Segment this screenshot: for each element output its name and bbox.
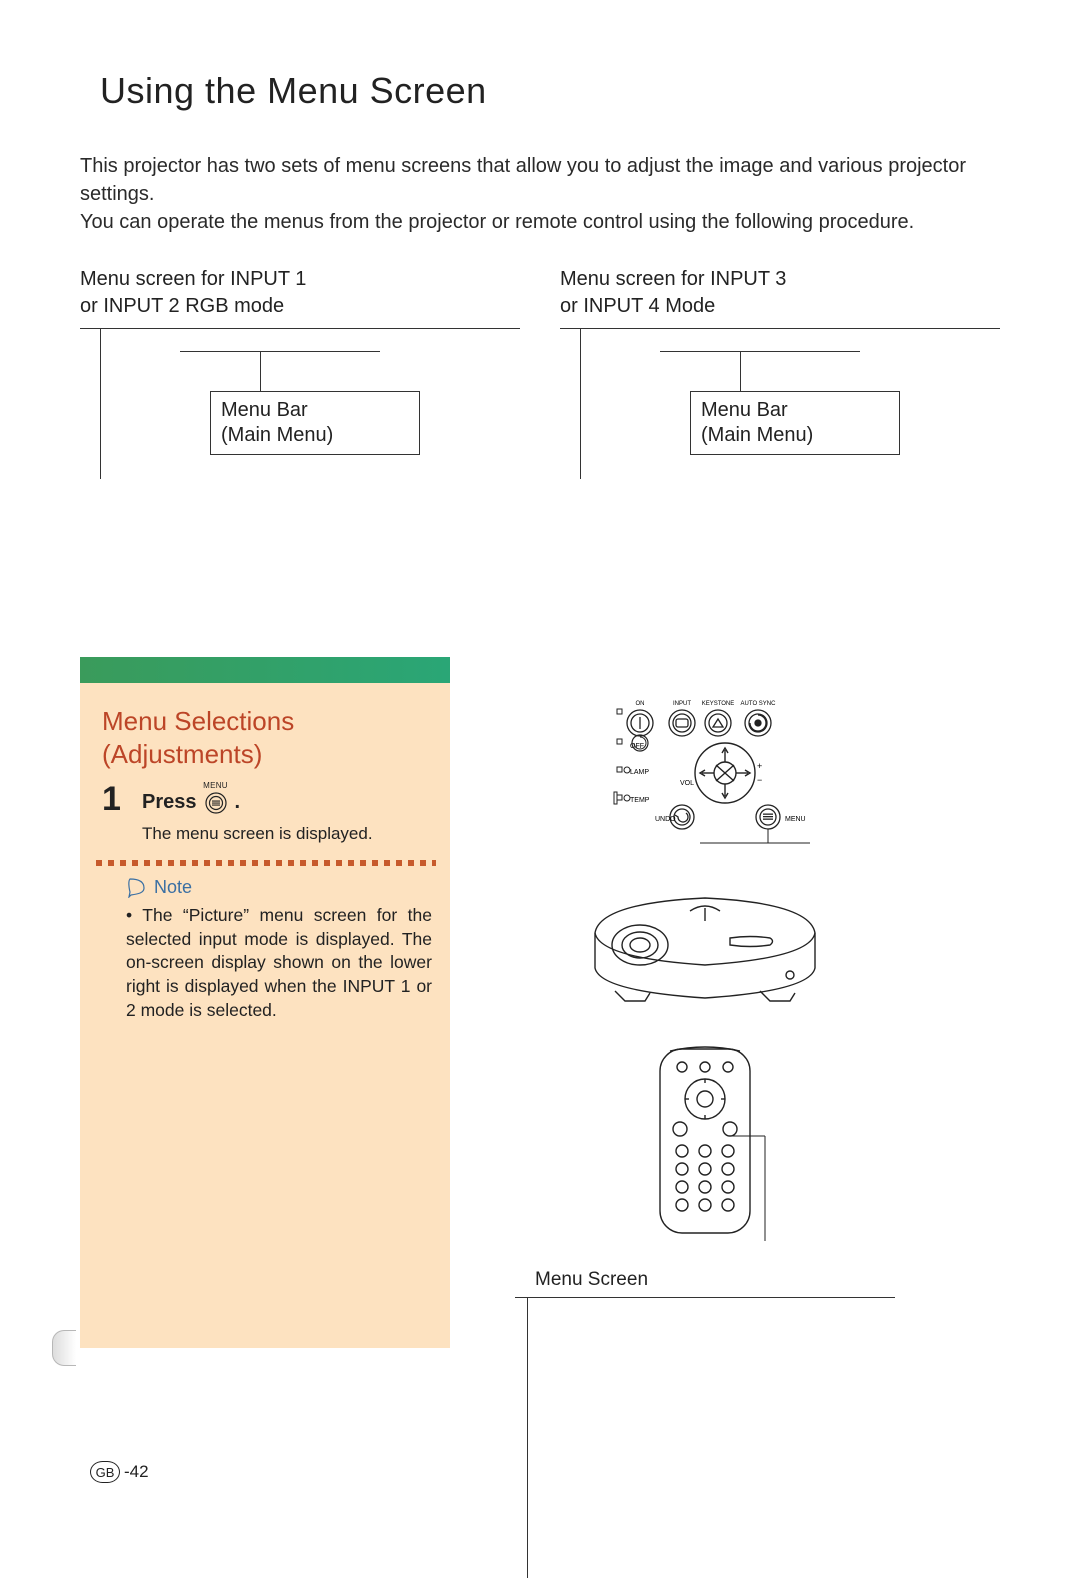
label-autosync: AUTO SYNC (741, 701, 777, 707)
projector-figure (575, 873, 835, 1013)
step-instruction: Press MENU . (142, 782, 240, 814)
svg-text:−: − (757, 775, 762, 785)
intro-para-1: This projector has two sets of menu scre… (80, 155, 966, 205)
menu-bar-label: Menu Bar (701, 399, 788, 421)
label-on: ON (636, 701, 645, 707)
note-label: Note (154, 877, 192, 898)
step-number: 1 (102, 782, 126, 816)
right-menu-bar-box: Menu Bar (Main Menu) (690, 391, 900, 455)
gb-badge: GB (90, 1461, 120, 1483)
page-title: Using the Menu Screen (100, 70, 1000, 112)
step-period: . (235, 791, 241, 814)
label-keystone: KEYSTONE (702, 701, 735, 707)
main-menu-label: (Main Menu) (701, 424, 813, 446)
main-menu-label: (Main Menu) (221, 424, 333, 446)
label-menu: MENU (785, 816, 806, 823)
label-lamp: LAMP (630, 769, 649, 776)
press-label: Press (142, 791, 197, 814)
note-heading: Note (126, 876, 436, 898)
intro-para-2: You can operate the menus from the proje… (80, 211, 914, 233)
right-caption-line1: Menu screen for INPUT 3 (560, 268, 786, 290)
menu-icon-label: MENU (203, 782, 229, 790)
step-subtext: The menu screen is displayed. (142, 824, 436, 844)
menu-screen-label: Menu Screen (535, 1269, 895, 1291)
left-menu-bar-box: Menu Bar (Main Menu) (210, 391, 420, 455)
control-panel-figure: ON INPUT KEYSTONE AUTO SYNC (575, 695, 835, 845)
page-footer: GB -42 (90, 1461, 149, 1483)
left-caption-line1: Menu screen for INPUT 1 (80, 268, 306, 290)
dotted-separator (96, 860, 436, 866)
right-caption-line2: or INPUT 4 Mode (560, 295, 715, 317)
left-caption-line2: or INPUT 2 RGB mode (80, 295, 284, 317)
intro-text: This projector has two sets of menu scre… (80, 152, 1000, 236)
note-icon (126, 876, 148, 898)
note-body: The “Picture” menu screen for the select… (126, 904, 432, 1022)
menu-bar-label: Menu Bar (221, 399, 308, 421)
step-1: 1 Press MENU . (102, 782, 430, 816)
menu-screen-diagram (515, 1297, 895, 1577)
page-number: -42 (124, 1462, 149, 1482)
left-diagram: Menu Bar (Main Menu) (80, 328, 520, 478)
label-temp: TEMP (630, 797, 650, 804)
label-undo: UNDO (655, 816, 676, 823)
label-vol: VOL (680, 780, 694, 787)
remote-figure (625, 1041, 785, 1241)
left-diagram-caption: Menu screen for INPUT 1 or INPUT 2 RGB m… (80, 266, 520, 320)
right-diagram-caption: Menu screen for INPUT 3 or INPUT 4 Mode (560, 266, 1000, 320)
section-title: Menu Selections (Adjustments) (102, 705, 436, 770)
svg-text:+: + (757, 761, 762, 771)
page-side-tab (52, 1330, 76, 1366)
right-diagram: Menu Bar (Main Menu) (560, 328, 1000, 478)
section-accent-bar (80, 657, 450, 683)
label-input: INPUT (673, 701, 691, 707)
menu-button-icon: MENU (203, 782, 229, 814)
